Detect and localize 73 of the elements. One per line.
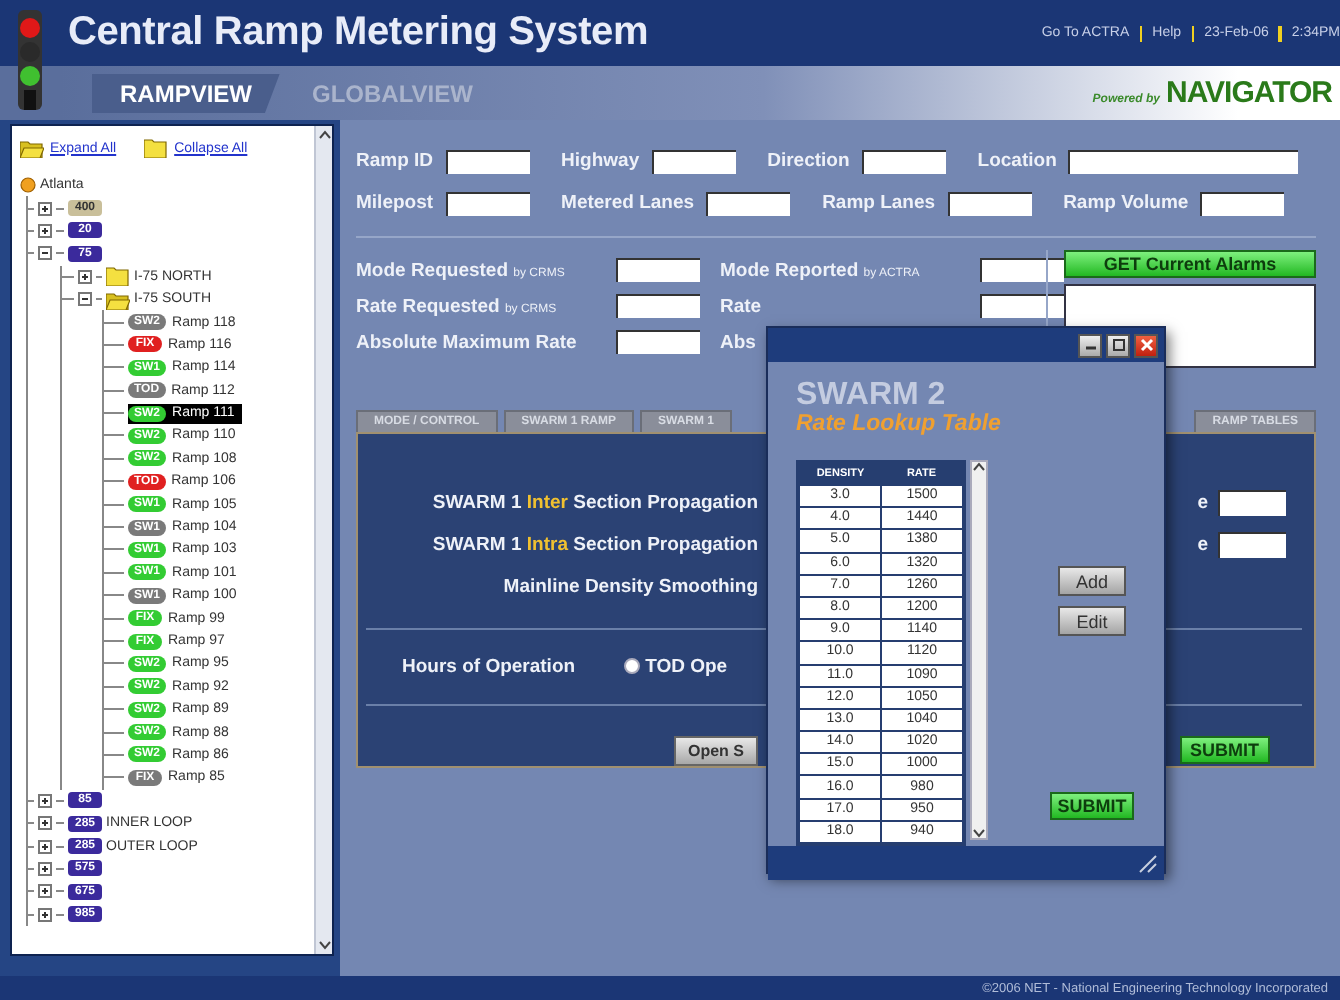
expand-icon[interactable] [38, 816, 52, 831]
maximize-button[interactable] [1106, 333, 1130, 357]
parameter-label: e [1197, 492, 1208, 514]
field-label: Ramp ID [356, 150, 434, 172]
scroll-down-icon [972, 828, 986, 838]
scrollbar[interactable] [970, 460, 988, 840]
input-field[interactable] [445, 191, 530, 215]
expand-icon[interactable] [38, 793, 52, 808]
maximize-icon [1109, 336, 1127, 354]
field-label: Direction [767, 150, 850, 172]
input-field[interactable] [651, 149, 736, 173]
folder-icon [144, 138, 169, 158]
field-label: Ramp Lanes [822, 192, 936, 214]
input-field[interactable] [616, 258, 700, 282]
app-title: Central Ramp Metering System [68, 10, 649, 56]
input-field[interactable] [445, 149, 530, 173]
expand-icon[interactable] [38, 884, 52, 899]
expand-icon[interactable] [38, 223, 52, 238]
close-icon [1137, 336, 1155, 354]
scroll-up-icon [972, 462, 986, 472]
field-label: Location [977, 150, 1057, 172]
radio-option[interactable]: TOD Ope [623, 655, 728, 677]
input-field[interactable] [861, 149, 946, 173]
input-field[interactable] [1218, 532, 1286, 558]
brand-logo: NAVIGATOR [1165, 76, 1332, 110]
collapse-icon[interactable] [78, 292, 92, 307]
field-label: Rate [720, 295, 764, 317]
field-label: Milepost [356, 192, 434, 214]
field-label: Absolute Maximum Rate [356, 331, 579, 353]
input-field[interactable] [706, 191, 791, 215]
input-field[interactable] [1068, 149, 1299, 173]
parameter-label: e [1197, 534, 1208, 556]
traffic-light-icon [14, 10, 46, 110]
close-button[interactable] [1134, 333, 1158, 357]
open-button[interactable]: Open S [673, 735, 758, 765]
submit-button[interactable]: SUBMIT [1180, 736, 1269, 764]
expand-icon[interactable] [38, 907, 52, 922]
scroll-down-icon [317, 940, 331, 950]
field-label: Abs [720, 331, 758, 353]
minimize-button[interactable] [1078, 333, 1102, 357]
open-folder-icon [20, 138, 44, 158]
expand-icon[interactable] [38, 861, 52, 876]
dialog-title: SWARM 2 [796, 378, 948, 413]
resize-grip-icon [1138, 854, 1158, 874]
input-field[interactable] [980, 258, 1064, 282]
parameter-label: SWARM 1 Intra Section Propagation [432, 534, 758, 556]
dialog-subtitle: Rate Lookup Table [796, 412, 1003, 436]
nav-tab[interactable]: RAMPVIEW [92, 73, 280, 113]
parameter-label: SWARM 1 Inter Section Propagation [432, 492, 758, 514]
parameter-label: Mainline Density Smoothing [503, 576, 758, 598]
dialog-button[interactable]: Edit [1058, 606, 1126, 636]
scroll-up-icon [317, 130, 331, 140]
expand-icon[interactable] [38, 201, 52, 216]
input-field[interactable] [1218, 490, 1286, 516]
submit-button[interactable]: SUBMIT [1049, 792, 1135, 820]
collapse-icon[interactable] [38, 246, 52, 261]
get-alarms-button[interactable]: GET Current Alarms [1064, 250, 1316, 278]
open-folder-icon [106, 289, 130, 310]
folder-icon [106, 266, 130, 287]
field-label: Highway [561, 150, 640, 172]
field-label: Ramp Volume [1063, 192, 1189, 214]
input-field[interactable] [947, 191, 1032, 215]
input-field[interactable] [616, 294, 700, 318]
scrollbar[interactable] [314, 126, 332, 954]
input-field[interactable] [616, 330, 700, 354]
input-field[interactable] [1200, 191, 1285, 215]
expand-icon[interactable] [78, 269, 92, 284]
field-label: Metered Lanes [561, 192, 695, 214]
dialog-button[interactable]: Add [1058, 566, 1126, 596]
input-field[interactable] [980, 294, 1064, 318]
location-icon [20, 176, 36, 195]
expand-icon[interactable] [38, 839, 52, 854]
field-label: Hours of Operation [402, 655, 576, 677]
